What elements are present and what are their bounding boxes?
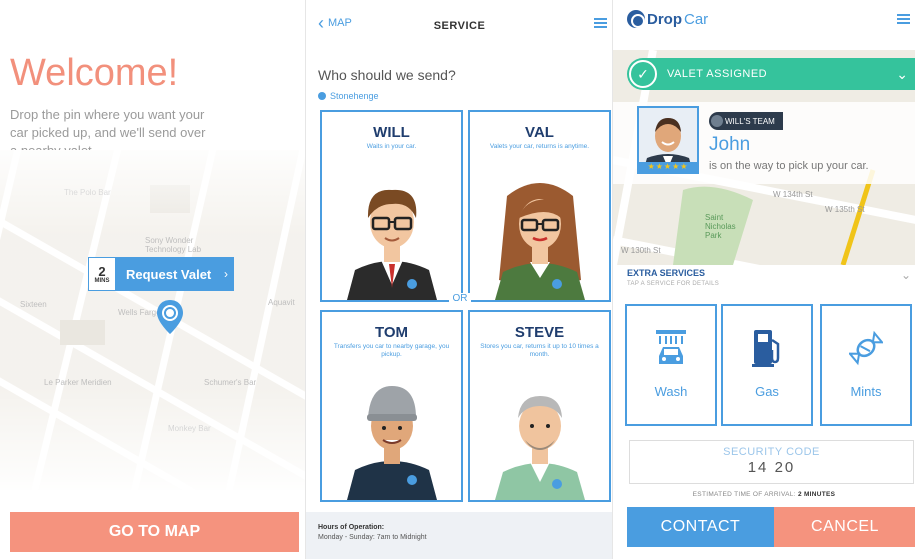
service-screen: ‹ MAP SERVICE Who should we send? Stoneh… xyxy=(305,0,612,559)
extra-services-title: EXTRA SERVICES xyxy=(627,268,706,278)
go-to-map-button[interactable]: GO TO MAP xyxy=(10,512,299,552)
valet-description: Valets your car, returns is anytime. xyxy=(489,143,590,150)
dropcar-logo: Drop Car xyxy=(627,10,708,28)
hours-title: Hours of Operation: xyxy=(318,524,385,531)
extra-services-subtitle: TAP A SERVICE FOR DETAILS xyxy=(627,281,720,287)
eta-minutes-unit: MINS xyxy=(94,277,110,284)
request-valet-button[interactable]: 2 MINS Request Valet › xyxy=(88,257,234,291)
team-label: WILL'S TEAM xyxy=(725,116,775,126)
welcome-title: Welcome! xyxy=(10,52,179,94)
team-badge: WILL'S TEAM xyxy=(709,112,783,130)
valet-val-illustration xyxy=(494,183,585,300)
valet-assigned-banner[interactable]: ✓ VALET ASSIGNED ⌄ xyxy=(627,58,915,90)
chevron-right-icon: › xyxy=(224,267,228,281)
checkmark-icon: ✓ xyxy=(629,60,657,88)
location-label: Stonehenge xyxy=(330,91,379,101)
page-title: SERVICE xyxy=(433,20,486,32)
valet-name: WILL xyxy=(373,124,410,141)
location-dot-icon xyxy=(318,92,326,100)
hours-of-operation: Hours of Operation: Monday - Sunday: 7am… xyxy=(306,512,612,559)
map-label: W 134th St xyxy=(773,190,813,199)
eta-minutes-value: 2 xyxy=(98,263,106,279)
contact-button[interactable]: CONTACT xyxy=(627,507,774,547)
service-question: Who should we send? xyxy=(318,67,456,83)
pickup-map[interactable]: The Polo Bar Sony Wonder Technology Lab … xyxy=(0,150,305,490)
location-pin-icon[interactable] xyxy=(155,298,185,343)
team-avatar-icon xyxy=(711,115,723,127)
service-wash-button[interactable]: Wash xyxy=(625,304,717,426)
logo-text-car: Car xyxy=(684,10,709,28)
or-divider: OR xyxy=(449,293,471,304)
map-label: The Polo Bar xyxy=(64,188,111,197)
map-label: Saint Nicholas Park xyxy=(705,213,736,240)
valet-assigned-label: VALET ASSIGNED xyxy=(667,68,768,80)
nav-bar: ‹ MAP SERVICE xyxy=(306,0,612,52)
map-streets xyxy=(0,150,305,490)
hours-text: Monday - Sunday: 7am to Midnight xyxy=(318,534,427,541)
rating-stars: ★★★★★ xyxy=(639,162,697,172)
request-valet-label: Request Valet xyxy=(126,266,212,282)
valet-name: John xyxy=(709,134,751,155)
map-label: Sony Wonder Technology Lab xyxy=(145,236,202,254)
map-label: Schumer's Bar xyxy=(204,378,257,387)
map-label: Le Parker Meridien xyxy=(44,378,112,387)
service-label: Gas xyxy=(755,384,779,399)
logo-text-drop: Drop xyxy=(647,10,682,28)
valet-card-val[interactable]: VAL Valets your car, returns is anytime. xyxy=(468,110,611,302)
valet-will-illustration xyxy=(346,189,437,300)
service-gas-button[interactable]: Gas xyxy=(721,304,813,426)
security-code-label: SECURITY CODE xyxy=(723,446,820,458)
chevron-down-icon: ⌄ xyxy=(896,65,908,82)
service-label: Wash xyxy=(654,384,688,399)
map-label: Monkey Bar xyxy=(168,424,211,433)
car-wash-icon xyxy=(656,330,686,364)
valet-card-tom[interactable]: TOM Transfers you car to nearby garage, … xyxy=(320,310,463,502)
nav-bar: Drop Car xyxy=(613,0,915,50)
map-label: W 135th St xyxy=(825,205,865,214)
valet-description: Waits in your car. xyxy=(366,143,417,150)
valet-description: Stores you car, returns it up to 10 time… xyxy=(480,343,599,358)
mint-candy-icon xyxy=(849,330,883,366)
valet-name: STEVE xyxy=(514,324,565,341)
hamburger-menu-icon[interactable] xyxy=(897,14,910,24)
eta-label: ESTIMATED TIME OF ARRIVAL: xyxy=(692,491,796,498)
map-label: Aquavit xyxy=(268,298,295,307)
valet-steve-illustration xyxy=(494,396,585,500)
security-code-box: SECURITY CODE 14 20 xyxy=(629,440,914,484)
valet-tom-illustration xyxy=(346,386,437,500)
map-label: Sixteen xyxy=(20,300,47,309)
cancel-button[interactable]: CANCEL xyxy=(774,507,915,547)
service-mints-button[interactable]: Mints xyxy=(820,304,912,426)
valet-status-screen: Drop Car W 134th St W 135th St Saint Nich… xyxy=(612,0,915,559)
valet-name: TOM xyxy=(374,324,409,341)
map-label: W 130th St xyxy=(621,246,661,255)
valet-card-will[interactable]: WILL Waits in your car. xyxy=(320,110,463,302)
location-link[interactable]: Stonehenge xyxy=(318,91,379,101)
service-label: Mints xyxy=(850,384,882,399)
eta-line: ESTIMATED TIME OF ARRIVAL: 2 MINUTES xyxy=(613,491,915,498)
valet-name: VAL xyxy=(525,124,554,141)
dropcar-logo-icon xyxy=(627,10,645,28)
hamburger-menu-icon[interactable] xyxy=(594,18,607,28)
chevron-down-icon[interactable]: ⌄ xyxy=(901,268,911,282)
valet-card-steve[interactable]: STEVE Stores you car, returns it up to 1… xyxy=(468,310,611,502)
security-code-value: 14 20 xyxy=(747,459,796,476)
gas-pump-icon xyxy=(752,330,780,367)
eta-minutes-box: 2 MINS xyxy=(88,257,116,291)
onboarding-screen: Welcome! Drop the pin where you want you… xyxy=(0,0,305,559)
valet-status-text: is on the way to pick up your car. xyxy=(709,160,869,172)
eta-value: 2 MINUTES xyxy=(797,491,836,498)
valet-description: Transfers you car to nearby garage, you … xyxy=(333,343,450,358)
